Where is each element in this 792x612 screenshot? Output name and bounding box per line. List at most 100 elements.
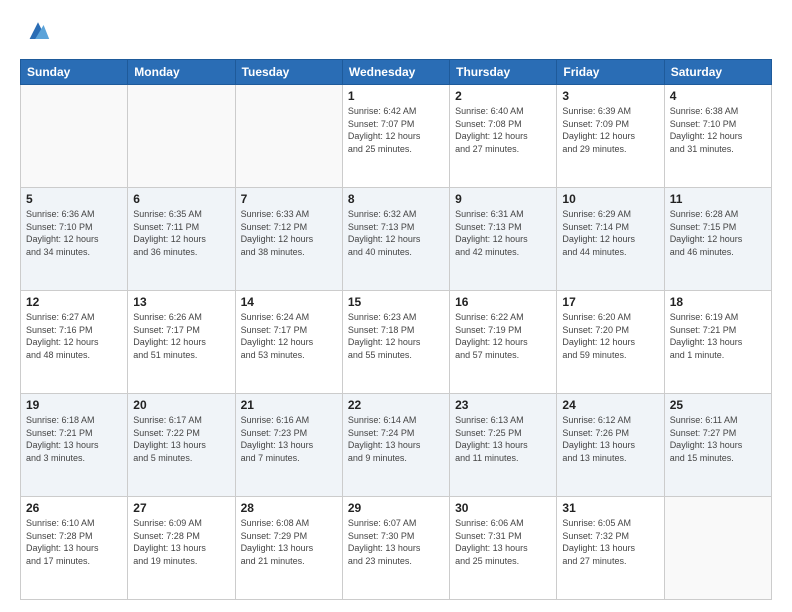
day-info: Sunrise: 6:06 AM Sunset: 7:31 PM Dayligh… <box>455 517 551 567</box>
day-info: Sunrise: 6:22 AM Sunset: 7:19 PM Dayligh… <box>455 311 551 361</box>
day-number: 29 <box>348 501 444 515</box>
calendar-week-3: 12Sunrise: 6:27 AM Sunset: 7:16 PM Dayli… <box>21 291 772 394</box>
day-number: 13 <box>133 295 229 309</box>
calendar-cell: 24Sunrise: 6:12 AM Sunset: 7:26 PM Dayli… <box>557 394 664 497</box>
day-number: 25 <box>670 398 766 412</box>
day-info: Sunrise: 6:32 AM Sunset: 7:13 PM Dayligh… <box>348 208 444 258</box>
calendar-cell: 28 Sunrise: 6:08 AM Sunset: 7:29 PM Dayli… <box>235 497 342 600</box>
day-number: 21 <box>241 398 337 412</box>
calendar-cell: 31 Sunrise: 6:05 AM Sunset: 7:32 PM Dayli… <box>557 497 664 600</box>
day-number: 22 <box>348 398 444 412</box>
calendar-cell: 10Sunrise: 6:29 AM Sunset: 7:14 PM Dayli… <box>557 188 664 291</box>
calendar-cell: 9Sunrise: 6:31 AM Sunset: 7:13 PM Daylig… <box>450 188 557 291</box>
day-number: 23 <box>455 398 551 412</box>
calendar-cell: 5 Sunrise: 6:36 AM Sunset: 7:10 PM Daylig… <box>21 188 128 291</box>
day-info: Sunrise: 6:05 AM Sunset: 7:32 PM Dayligh… <box>562 517 658 567</box>
day-number: 3 <box>562 89 658 103</box>
day-number: 14 <box>241 295 337 309</box>
calendar-cell: 27 Sunrise: 6:09 AM Sunset: 7:28 PM Dayli… <box>128 497 235 600</box>
day-number: 26 <box>26 501 122 515</box>
day-info: Sunrise: 6:11 AM Sunset: 7:27 PM Dayligh… <box>670 414 766 464</box>
day-number: 20 <box>133 398 229 412</box>
calendar-cell: 1Sunrise: 6:42 AM Sunset: 7:07 PM Daylig… <box>342 85 449 188</box>
day-number: 1 <box>348 89 444 103</box>
page: SundayMondayTuesdayWednesdayThursdayFrid… <box>0 0 792 612</box>
calendar-week-4: 19 Sunrise: 6:18 AM Sunset: 7:21 PM Dayli… <box>21 394 772 497</box>
day-number: 27 <box>133 501 229 515</box>
day-info: Sunrise: 6:08 AM Sunset: 7:29 PM Dayligh… <box>241 517 337 567</box>
day-info: Sunrise: 6:16 AM Sunset: 7:23 PM Dayligh… <box>241 414 337 464</box>
day-number: 5 <box>26 192 122 206</box>
day-number: 4 <box>670 89 766 103</box>
weekday-header-wednesday: Wednesday <box>342 60 449 85</box>
logo <box>20 18 52 51</box>
calendar-week-5: 26 Sunrise: 6:10 AM Sunset: 7:28 PM Dayli… <box>21 497 772 600</box>
calendar-cell: 8 Sunrise: 6:32 AM Sunset: 7:13 PM Daylig… <box>342 188 449 291</box>
weekday-header-thursday: Thursday <box>450 60 557 85</box>
day-info: Sunrise: 6:12 AM Sunset: 7:26 PM Dayligh… <box>562 414 658 464</box>
day-info: Sunrise: 6:40 AM Sunset: 7:08 PM Dayligh… <box>455 105 551 155</box>
day-info: Sunrise: 6:09 AM Sunset: 7:28 PM Dayligh… <box>133 517 229 567</box>
calendar-cell: 6 Sunrise: 6:35 AM Sunset: 7:11 PM Daylig… <box>128 188 235 291</box>
calendar-cell: 21 Sunrise: 6:16 AM Sunset: 7:23 PM Dayli… <box>235 394 342 497</box>
day-number: 17 <box>562 295 658 309</box>
calendar-cell: 22Sunrise: 6:14 AM Sunset: 7:24 PM Dayli… <box>342 394 449 497</box>
day-number: 31 <box>562 501 658 515</box>
day-number: 28 <box>241 501 337 515</box>
calendar-table: SundayMondayTuesdayWednesdayThursdayFrid… <box>20 59 772 600</box>
day-number: 6 <box>133 192 229 206</box>
calendar-cell: 30 Sunrise: 6:06 AM Sunset: 7:31 PM Dayli… <box>450 497 557 600</box>
calendar-cell: 14 Sunrise: 6:24 AM Sunset: 7:17 PM Dayli… <box>235 291 342 394</box>
weekday-header-saturday: Saturday <box>664 60 771 85</box>
calendar-cell: 12Sunrise: 6:27 AM Sunset: 7:16 PM Dayli… <box>21 291 128 394</box>
weekday-header-monday: Monday <box>128 60 235 85</box>
day-number: 2 <box>455 89 551 103</box>
calendar-cell: 18 Sunrise: 6:19 AM Sunset: 7:21 PM Dayli… <box>664 291 771 394</box>
day-info: Sunrise: 6:19 AM Sunset: 7:21 PM Dayligh… <box>670 311 766 361</box>
calendar-cell: 17 Sunrise: 6:20 AM Sunset: 7:20 PM Dayli… <box>557 291 664 394</box>
weekday-header-friday: Friday <box>557 60 664 85</box>
day-number: 18 <box>670 295 766 309</box>
day-info: Sunrise: 6:36 AM Sunset: 7:10 PM Dayligh… <box>26 208 122 258</box>
day-info: Sunrise: 6:38 AM Sunset: 7:10 PM Dayligh… <box>670 105 766 155</box>
day-info: Sunrise: 6:28 AM Sunset: 7:15 PM Dayligh… <box>670 208 766 258</box>
calendar-cell: 16 Sunrise: 6:22 AM Sunset: 7:19 PM Dayli… <box>450 291 557 394</box>
day-info: Sunrise: 6:17 AM Sunset: 7:22 PM Dayligh… <box>133 414 229 464</box>
day-info: Sunrise: 6:23 AM Sunset: 7:18 PM Dayligh… <box>348 311 444 361</box>
day-info: Sunrise: 6:20 AM Sunset: 7:20 PM Dayligh… <box>562 311 658 361</box>
calendar-cell <box>664 497 771 600</box>
calendar-cell: 13Sunrise: 6:26 AM Sunset: 7:17 PM Dayli… <box>128 291 235 394</box>
day-info: Sunrise: 6:33 AM Sunset: 7:12 PM Dayligh… <box>241 208 337 258</box>
day-number: 12 <box>26 295 122 309</box>
day-info: Sunrise: 6:24 AM Sunset: 7:17 PM Dayligh… <box>241 311 337 361</box>
day-info: Sunrise: 6:07 AM Sunset: 7:30 PM Dayligh… <box>348 517 444 567</box>
weekday-header-sunday: Sunday <box>21 60 128 85</box>
calendar-cell: 25 Sunrise: 6:11 AM Sunset: 7:27 PM Dayli… <box>664 394 771 497</box>
day-number: 16 <box>455 295 551 309</box>
day-number: 10 <box>562 192 658 206</box>
day-info: Sunrise: 6:13 AM Sunset: 7:25 PM Dayligh… <box>455 414 551 464</box>
weekday-header-tuesday: Tuesday <box>235 60 342 85</box>
calendar-cell: 23 Sunrise: 6:13 AM Sunset: 7:25 PM Dayli… <box>450 394 557 497</box>
day-number: 8 <box>348 192 444 206</box>
day-info: Sunrise: 6:10 AM Sunset: 7:28 PM Dayligh… <box>26 517 122 567</box>
day-info: Sunrise: 6:35 AM Sunset: 7:11 PM Dayligh… <box>133 208 229 258</box>
calendar-cell: 7 Sunrise: 6:33 AM Sunset: 7:12 PM Daylig… <box>235 188 342 291</box>
calendar-cell: 20 Sunrise: 6:17 AM Sunset: 7:22 PM Dayli… <box>128 394 235 497</box>
calendar-cell: 26 Sunrise: 6:10 AM Sunset: 7:28 PM Dayli… <box>21 497 128 600</box>
day-info: Sunrise: 6:18 AM Sunset: 7:21 PM Dayligh… <box>26 414 122 464</box>
calendar-cell: 4 Sunrise: 6:38 AM Sunset: 7:10 PM Daylig… <box>664 85 771 188</box>
day-number: 7 <box>241 192 337 206</box>
calendar-cell <box>21 85 128 188</box>
calendar-cell: 3Sunrise: 6:39 AM Sunset: 7:09 PM Daylig… <box>557 85 664 188</box>
calendar-week-2: 5 Sunrise: 6:36 AM Sunset: 7:10 PM Daylig… <box>21 188 772 291</box>
calendar-cell: 11Sunrise: 6:28 AM Sunset: 7:15 PM Dayli… <box>664 188 771 291</box>
day-number: 9 <box>455 192 551 206</box>
calendar-cell: 29 Sunrise: 6:07 AM Sunset: 7:30 PM Dayli… <box>342 497 449 600</box>
day-number: 15 <box>348 295 444 309</box>
day-number: 19 <box>26 398 122 412</box>
calendar-cell <box>235 85 342 188</box>
calendar-cell <box>128 85 235 188</box>
calendar-header-row: SundayMondayTuesdayWednesdayThursdayFrid… <box>21 60 772 85</box>
day-number: 30 <box>455 501 551 515</box>
